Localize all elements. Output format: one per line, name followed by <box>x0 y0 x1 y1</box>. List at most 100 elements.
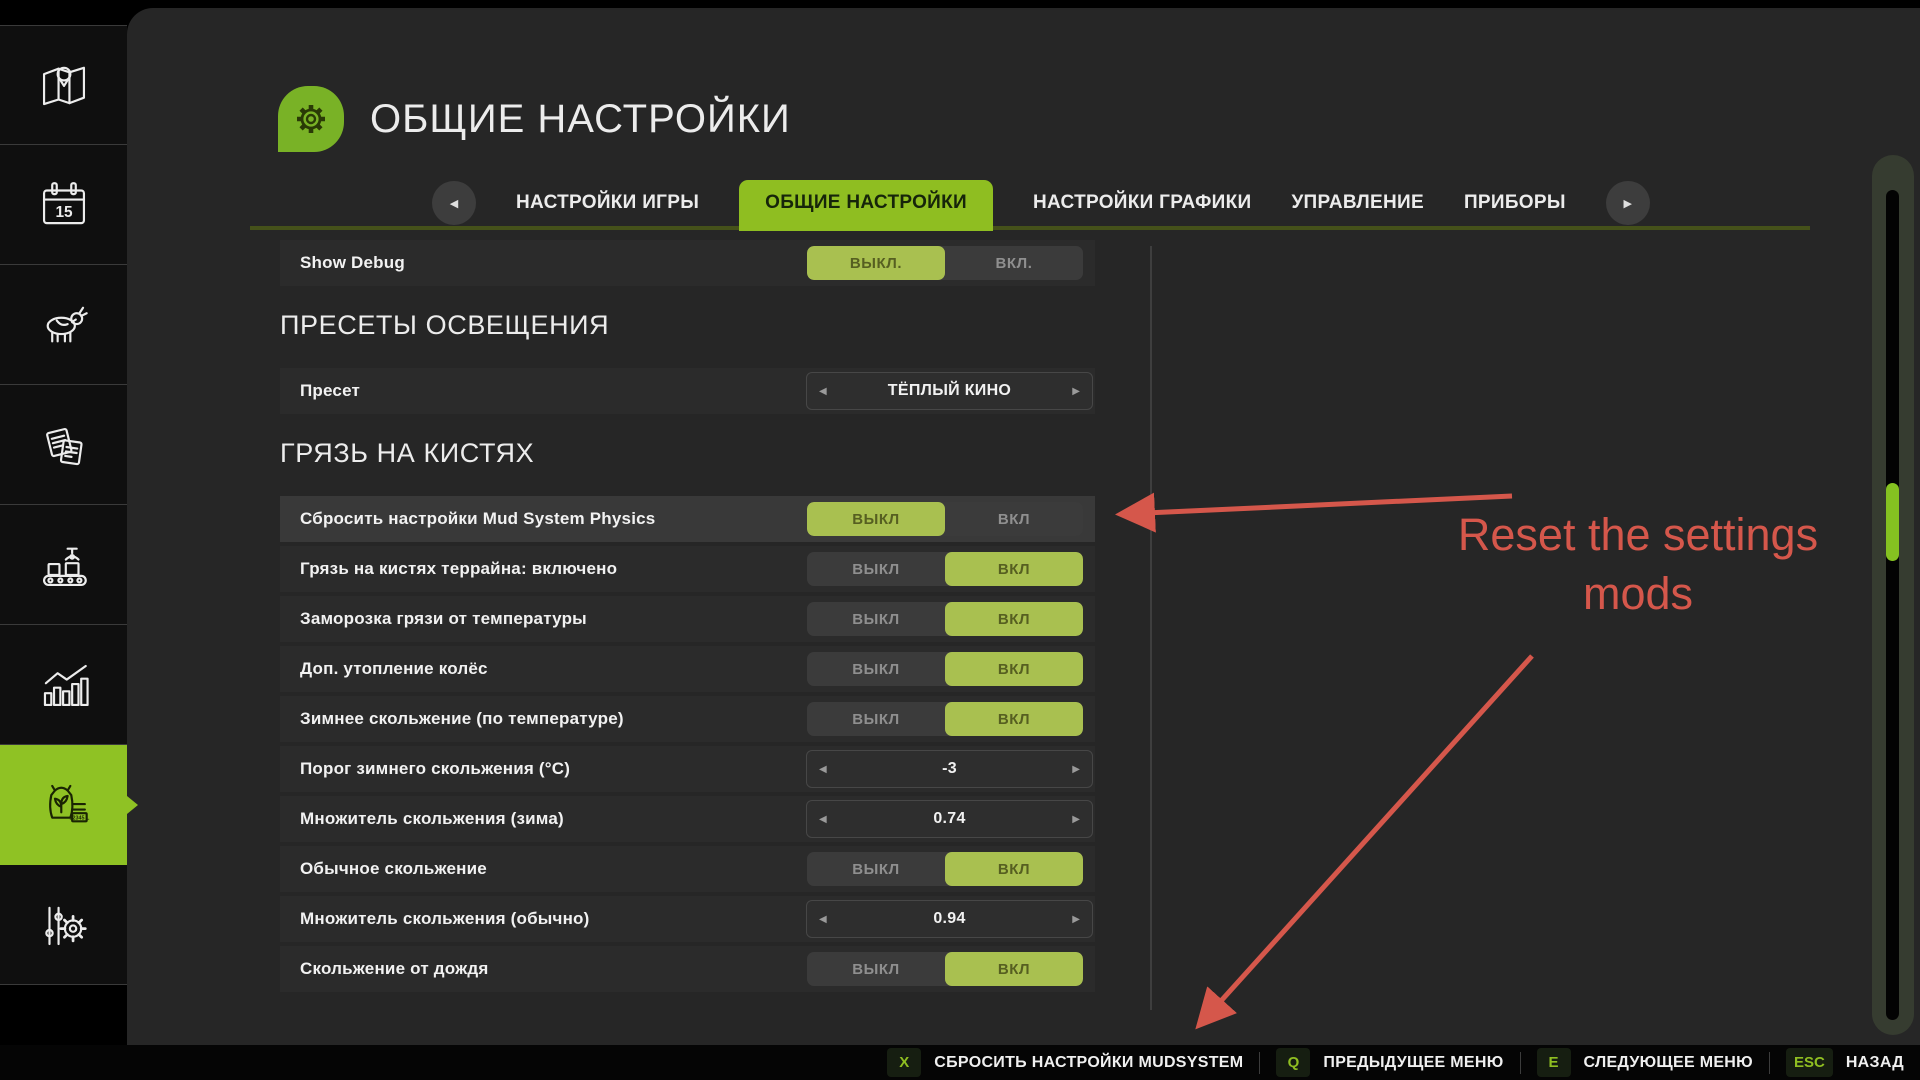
setting-row[interactable]: Зимнее скольжение (по температуре)ВЫКЛВК… <box>280 696 1095 742</box>
content-divider <box>1150 246 1152 1010</box>
settings-badge <box>278 86 344 152</box>
setting-row[interactable]: Порог зимнего скольжения (°C) ◀-3▶ <box>280 746 1095 792</box>
setting-label: Заморозка грязи от температуры <box>300 609 587 629</box>
toggle-off-button[interactable]: ВЫКЛ <box>807 852 945 886</box>
toggle-switch[interactable]: ВЫКЛВКЛ <box>807 952 1083 986</box>
toggle-on-button[interactable]: ВКЛ <box>945 702 1083 736</box>
tab-3[interactable]: НАСТРОЙКИ ГРАФИКИ <box>1033 192 1251 214</box>
setting-row[interactable]: Show Debug ВЫКЛ.ВКЛ. <box>280 240 1095 286</box>
setting-label: Грязь на кистях террайна: включено <box>300 559 617 579</box>
toggle-switch[interactable]: ВЫКЛВКЛ <box>807 652 1083 686</box>
toggle-on-button[interactable]: ВКЛ <box>945 502 1083 536</box>
setting-row[interactable]: Множитель скольжения (зима) ◀0.74▶ <box>280 796 1095 842</box>
stepper-next-icon[interactable]: ▶ <box>1072 914 1080 925</box>
tab-5[interactable]: ПРИБОРЫ <box>1464 192 1566 214</box>
tab-1[interactable]: НАСТРОЙКИ ИГРЫ <box>516 192 699 214</box>
toggle-switch[interactable]: ВЫКЛВКЛ <box>807 702 1083 736</box>
stepper-prev-icon[interactable]: ◀ <box>819 814 827 825</box>
next-tab-button[interactable]: ▶ <box>1606 181 1650 225</box>
stepper-value: ТЁПЛЫЙ КИНО <box>827 382 1073 400</box>
setting-label: Порог зимнего скольжения (°C) <box>300 759 570 779</box>
sliders-gear-icon <box>35 896 93 954</box>
value-stepper[interactable]: ◀ТЁПЛЫЙ КИНО▶ <box>806 372 1093 410</box>
setting-label: Скольжение от дождя <box>300 959 488 979</box>
setting-row[interactable]: Пресет ◀ТЁПЛЫЙ КИНО▶ <box>280 368 1095 414</box>
toggle-off-button[interactable]: ВЫКЛ <box>807 602 945 636</box>
tab-4[interactable]: УПРАВЛЕНИЕ <box>1291 192 1424 214</box>
setting-row[interactable]: Множитель скольжения (обычно)◀0.94▶ <box>280 896 1095 942</box>
cow-icon <box>35 296 93 354</box>
value-stepper[interactable]: ◀0.74▶ <box>806 800 1093 838</box>
toggle-off-button[interactable]: ВЫКЛ <box>807 702 945 736</box>
setting-row[interactable]: Доп. утопление колёс ВЫКЛВКЛ <box>280 646 1095 692</box>
setting-label: Пресет <box>300 381 360 401</box>
value-stepper[interactable]: ◀0.94▶ <box>806 900 1093 938</box>
setting-row[interactable]: Скольжение от дождя ВЫКЛВКЛ <box>280 946 1095 992</box>
page-header: ОБЩИЕ НАСТРОЙКИ <box>278 86 791 152</box>
sidebar-item-contracts[interactable] <box>0 385 127 505</box>
section-heading: ПРЕСЕТЫ ОСВЕЩЕНИЯ <box>280 304 1095 346</box>
toggle-switch[interactable]: ВЫКЛВКЛ <box>807 602 1083 636</box>
toggle-off-button[interactable]: ВЫКЛ <box>807 652 945 686</box>
footer-divider <box>1520 1052 1521 1074</box>
setting-label: Множитель скольжения (зима) <box>300 809 564 829</box>
sidebar-item-prices[interactable]: 12345 L <box>0 745 127 865</box>
scrollbar-thumb[interactable] <box>1886 483 1899 561</box>
setting-row[interactable]: Сбросить настройки Mud System PhysicsВЫК… <box>280 496 1095 542</box>
annotation-text: Reset the settings mods <box>1408 505 1868 624</box>
settings-list: Show Debug ВЫКЛ.ВКЛ. ПРЕСЕТЫ ОСВЕЩЕНИЯ Прес… <box>280 240 1095 996</box>
stepper-next-icon[interactable]: ▶ <box>1072 814 1080 825</box>
toggle-off-button[interactable]: ВЫКЛ <box>807 552 945 586</box>
toggle-on-button[interactable]: ВКЛ. <box>945 246 1083 280</box>
hint-label: СЛЕДУЮЩЕЕ МЕНЮ <box>1584 1054 1753 1072</box>
keycap-esc: ESC <box>1786 1048 1833 1077</box>
setting-row[interactable]: Заморозка грязи от температуры ВЫКЛВКЛ <box>280 596 1095 642</box>
toggle-on-button[interactable]: ВКЛ <box>945 852 1083 886</box>
footer-hint-esc[interactable]: ESCНАЗАД <box>1786 1048 1904 1077</box>
toggle-on-button[interactable]: ВКЛ <box>945 952 1083 986</box>
keycap-q: Q <box>1276 1048 1310 1077</box>
sidebar-item-mod-settings[interactable] <box>0 865 127 985</box>
toggle-switch[interactable]: ВЫКЛВКЛ <box>807 552 1083 586</box>
sidebar-item-map[interactable] <box>0 25 127 145</box>
stepper-prev-icon[interactable]: ◀ <box>819 764 827 775</box>
hint-label: СБРОСИТЬ НАСТРОЙКИ MUDSYSTEM <box>934 1054 1243 1072</box>
tab-underline <box>250 226 1810 230</box>
sidebar-item-animals[interactable] <box>0 265 127 385</box>
sidebar-item-production[interactable] <box>0 505 127 625</box>
stepper-value: -3 <box>827 760 1073 778</box>
toggle-switch[interactable]: ВЫКЛ.ВКЛ. <box>807 246 1083 280</box>
stepper-prev-icon[interactable]: ◀ <box>819 386 827 397</box>
stepper-prev-icon[interactable]: ◀ <box>819 914 827 925</box>
footer-hint-x[interactable]: XСБРОСИТЬ НАСТРОЙКИ MUDSYSTEM <box>887 1048 1243 1077</box>
toggle-off-button[interactable]: ВЫКЛ. <box>807 246 945 280</box>
chart-icon <box>35 656 93 714</box>
gear-icon <box>291 99 331 139</box>
toggle-switch[interactable]: ВЫКЛВКЛ <box>807 852 1083 886</box>
footer-hint-bar: XСБРОСИТЬ НАСТРОЙКИ MUDSYSTEM QПРЕДЫДУЩЕЕ… <box>0 1045 1920 1080</box>
toggle-off-button[interactable]: ВЫКЛ <box>807 952 945 986</box>
sidebar-item-calendar[interactable]: 15 <box>0 145 127 265</box>
sidebar-item-statistics[interactable] <box>0 625 127 745</box>
scrollbar-track[interactable] <box>1886 190 1899 1020</box>
setting-label: Show Debug <box>300 253 405 273</box>
setting-row[interactable]: Грязь на кистях террайна: включено ВЫКЛВК… <box>280 546 1095 592</box>
toggle-switch[interactable]: ВЫКЛВКЛ <box>807 502 1083 536</box>
price-label: 12345 L <box>69 815 90 821</box>
chevron-right-icon: ▶ <box>1624 197 1632 210</box>
setting-row[interactable]: Обычное скольжение ВЫКЛВКЛ <box>280 846 1095 892</box>
keycap-e: E <box>1537 1048 1571 1077</box>
toggle-on-button[interactable]: ВКЛ <box>945 552 1083 586</box>
prev-tab-button[interactable]: ◀ <box>432 181 476 225</box>
footer-hint-e[interactable]: E СЛЕДУЮЩЕЕ МЕНЮ <box>1537 1048 1753 1077</box>
stepper-next-icon[interactable]: ▶ <box>1072 386 1080 397</box>
toggle-on-button[interactable]: ВКЛ <box>945 652 1083 686</box>
stepper-next-icon[interactable]: ▶ <box>1072 764 1080 775</box>
setting-label: Обычное скольжение <box>300 859 487 879</box>
setting-label: Доп. утопление колёс <box>300 659 488 679</box>
value-stepper[interactable]: ◀-3▶ <box>806 750 1093 788</box>
toggle-on-button[interactable]: ВКЛ <box>945 602 1083 636</box>
toggle-off-button[interactable]: ВЫКЛ <box>807 502 945 536</box>
footer-hint-q[interactable]: QПРЕДЫДУЩЕЕ МЕНЮ <box>1276 1048 1503 1077</box>
tab-2[interactable]: ОБЩИЕ НАСТРОЙКИ <box>739 180 993 226</box>
